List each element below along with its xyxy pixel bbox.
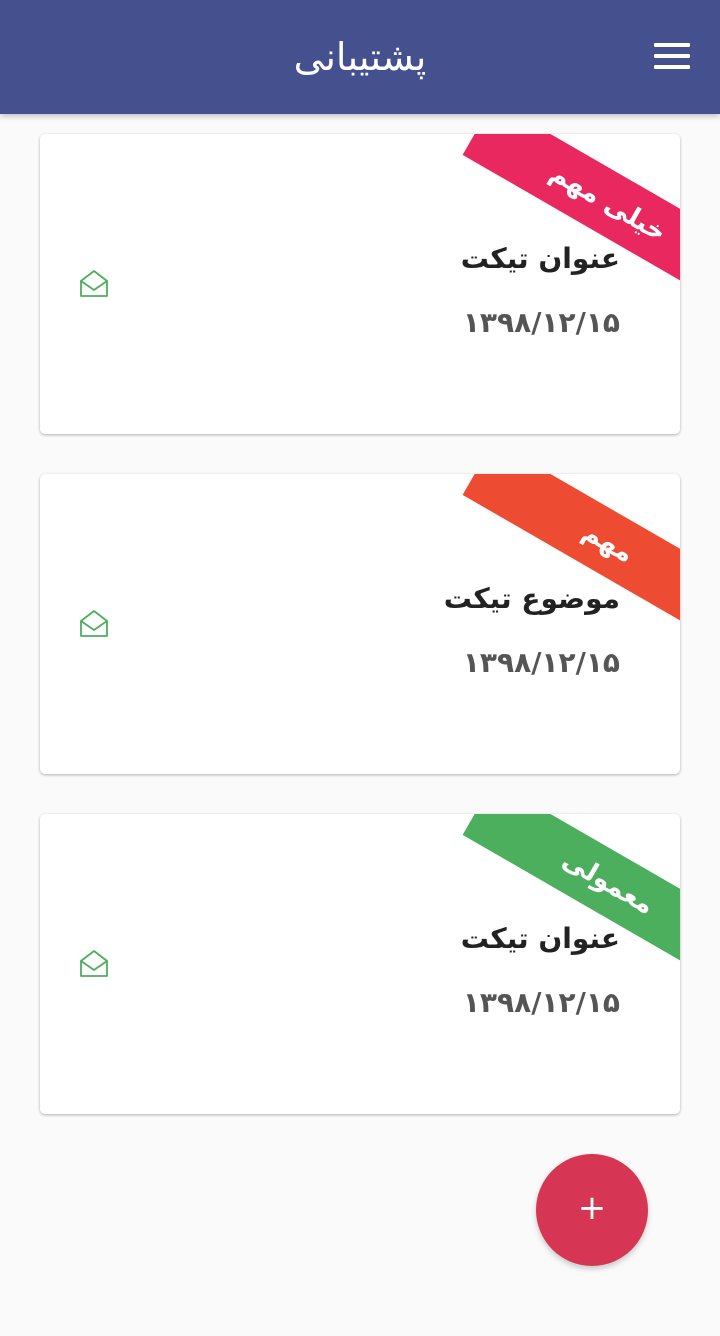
ticket-date: ۱۳۹۸/۱۲/۱۵	[462, 306, 620, 339]
page-title: پشتیبانی	[293, 35, 427, 79]
menu-line	[654, 54, 690, 58]
ticket-title: عنوان تیکت	[460, 242, 620, 275]
priority-ribbon: خیلی مهم	[462, 134, 680, 305]
ticket-card[interactable]: خیلی مهم عنوان تیکت ۱۳۹۸/۱۲/۱۵	[40, 134, 680, 434]
hamburger-menu-icon[interactable]	[654, 43, 690, 71]
menu-line	[654, 43, 690, 47]
menu-line	[654, 65, 690, 69]
open-envelope-icon[interactable]	[78, 948, 110, 980]
top-app-bar: پشتیبانی	[0, 0, 720, 114]
add-ticket-button[interactable]: +	[536, 1154, 648, 1266]
app-root: پشتیبانی خیلی مهم عنوان تیکت ۱۳۹۸/۱۲/۱۵ …	[0, 0, 720, 1336]
plus-icon: +	[577, 1188, 607, 1228]
ticket-title: موضوع تیکت	[443, 582, 620, 615]
priority-ribbon: مهم	[462, 474, 680, 645]
ticket-title: عنوان تیکت	[460, 922, 620, 955]
open-envelope-icon[interactable]	[78, 268, 110, 300]
ticket-card[interactable]: مهم موضوع تیکت ۱۳۹۸/۱۲/۱۵	[40, 474, 680, 774]
ticket-date: ۱۳۹۸/۱۲/۱۵	[462, 646, 620, 679]
priority-ribbon: معمولی	[462, 814, 680, 985]
open-envelope-icon[interactable]	[78, 608, 110, 640]
ticket-date: ۱۳۹۸/۱۲/۱۵	[462, 986, 620, 1019]
ticket-card[interactable]: معمولی عنوان تیکت ۱۳۹۸/۱۲/۱۵	[40, 814, 680, 1114]
